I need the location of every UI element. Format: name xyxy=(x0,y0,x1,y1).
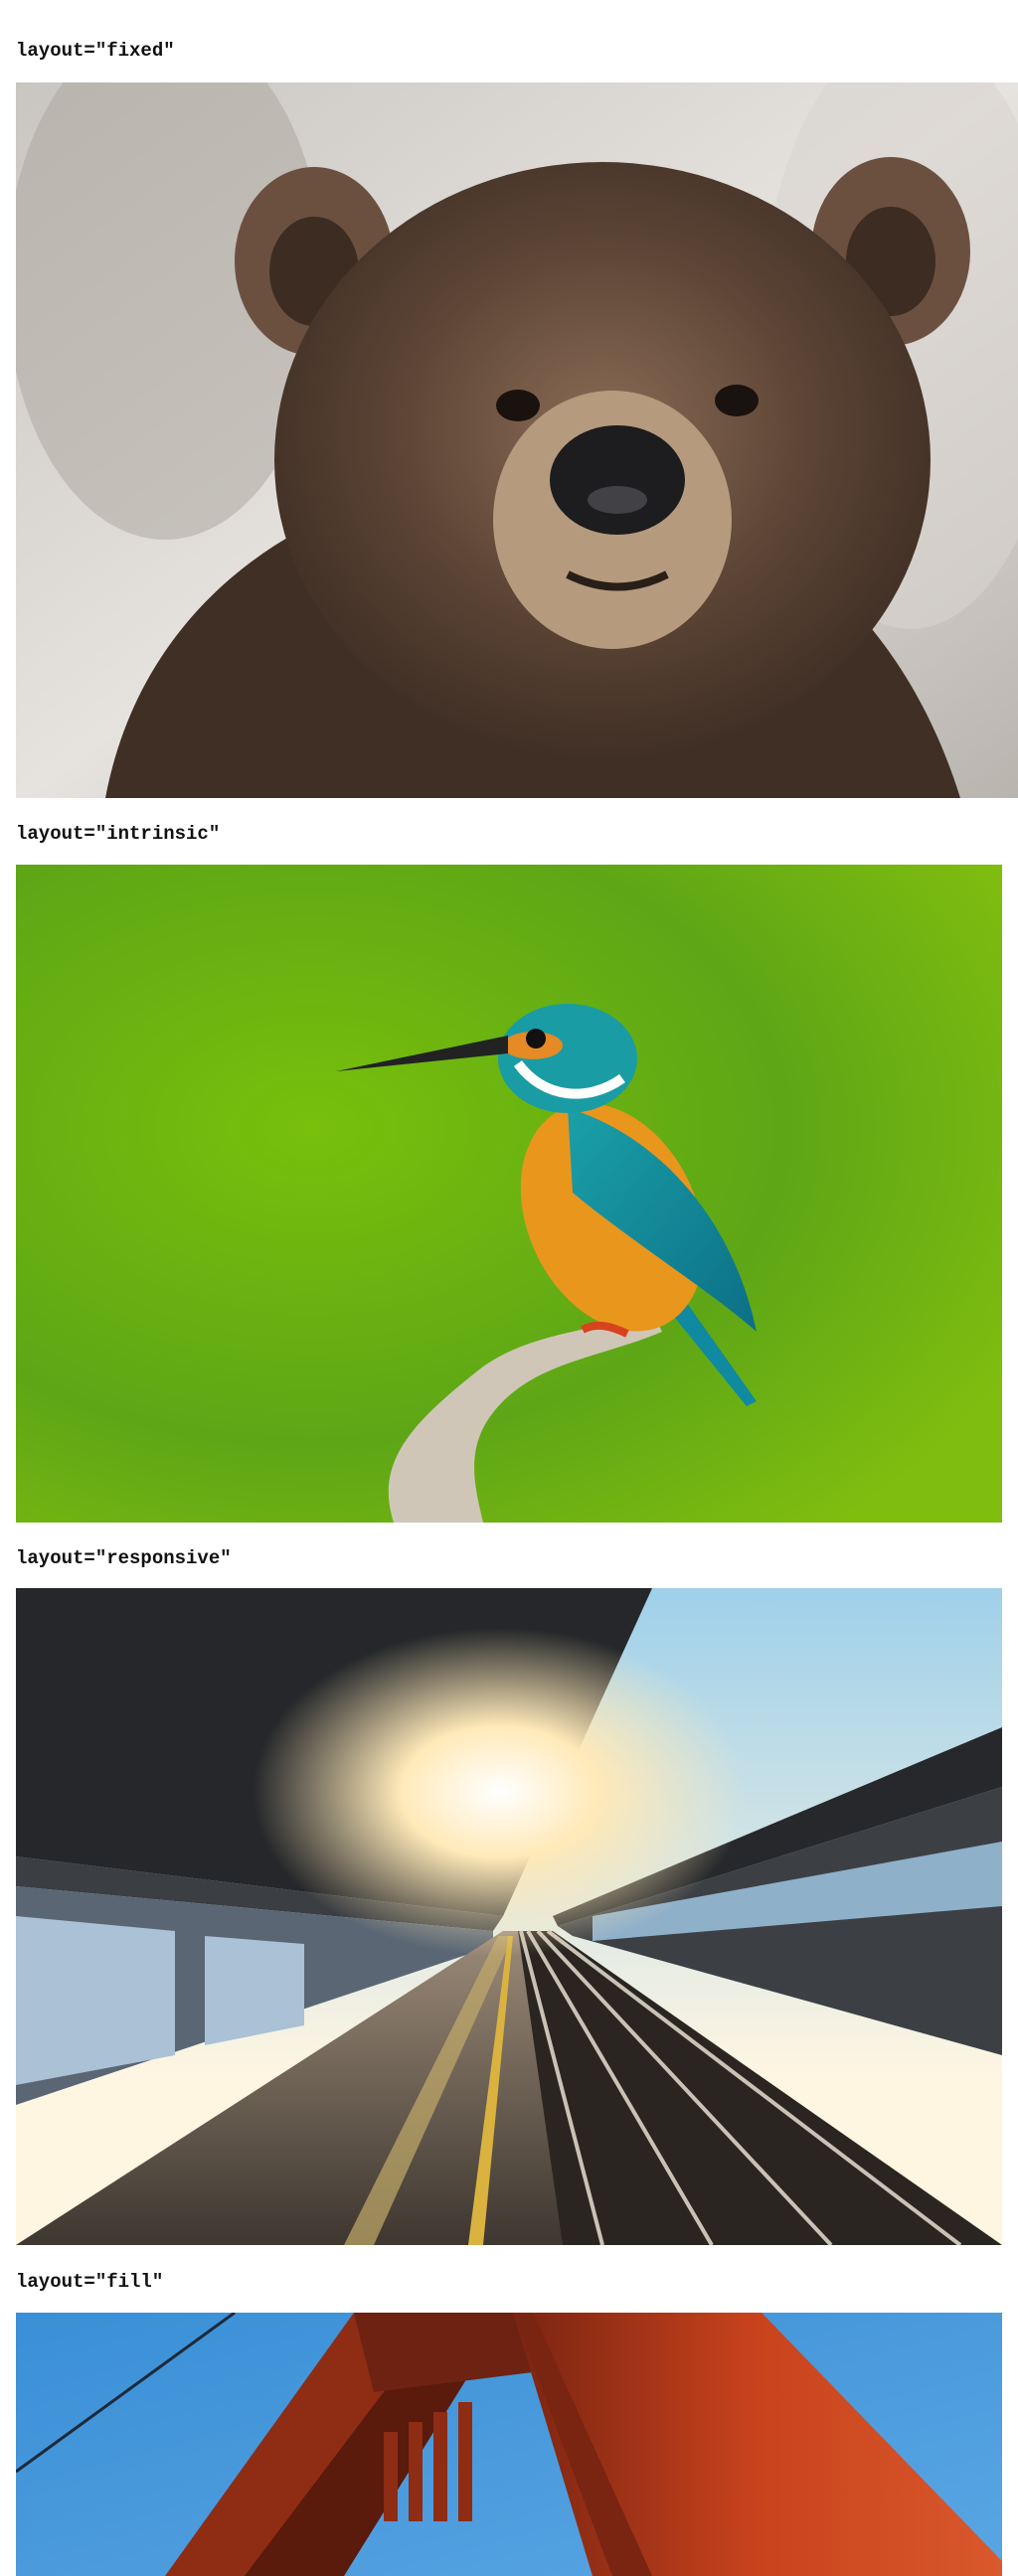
layout-fixed-label: layout="fixed" xyxy=(16,40,175,62)
layout-fill-label: layout="fill" xyxy=(16,2271,164,2293)
train-platform-photo xyxy=(16,1588,1002,2245)
layout-intrinsic-label: layout="intrinsic" xyxy=(16,823,221,845)
kingfisher-photo xyxy=(16,865,1002,1523)
red-bridge-tower-photo xyxy=(16,2313,1002,2576)
bear-photo xyxy=(16,82,1018,798)
layout-responsive-label: layout="responsive" xyxy=(16,1547,232,1569)
